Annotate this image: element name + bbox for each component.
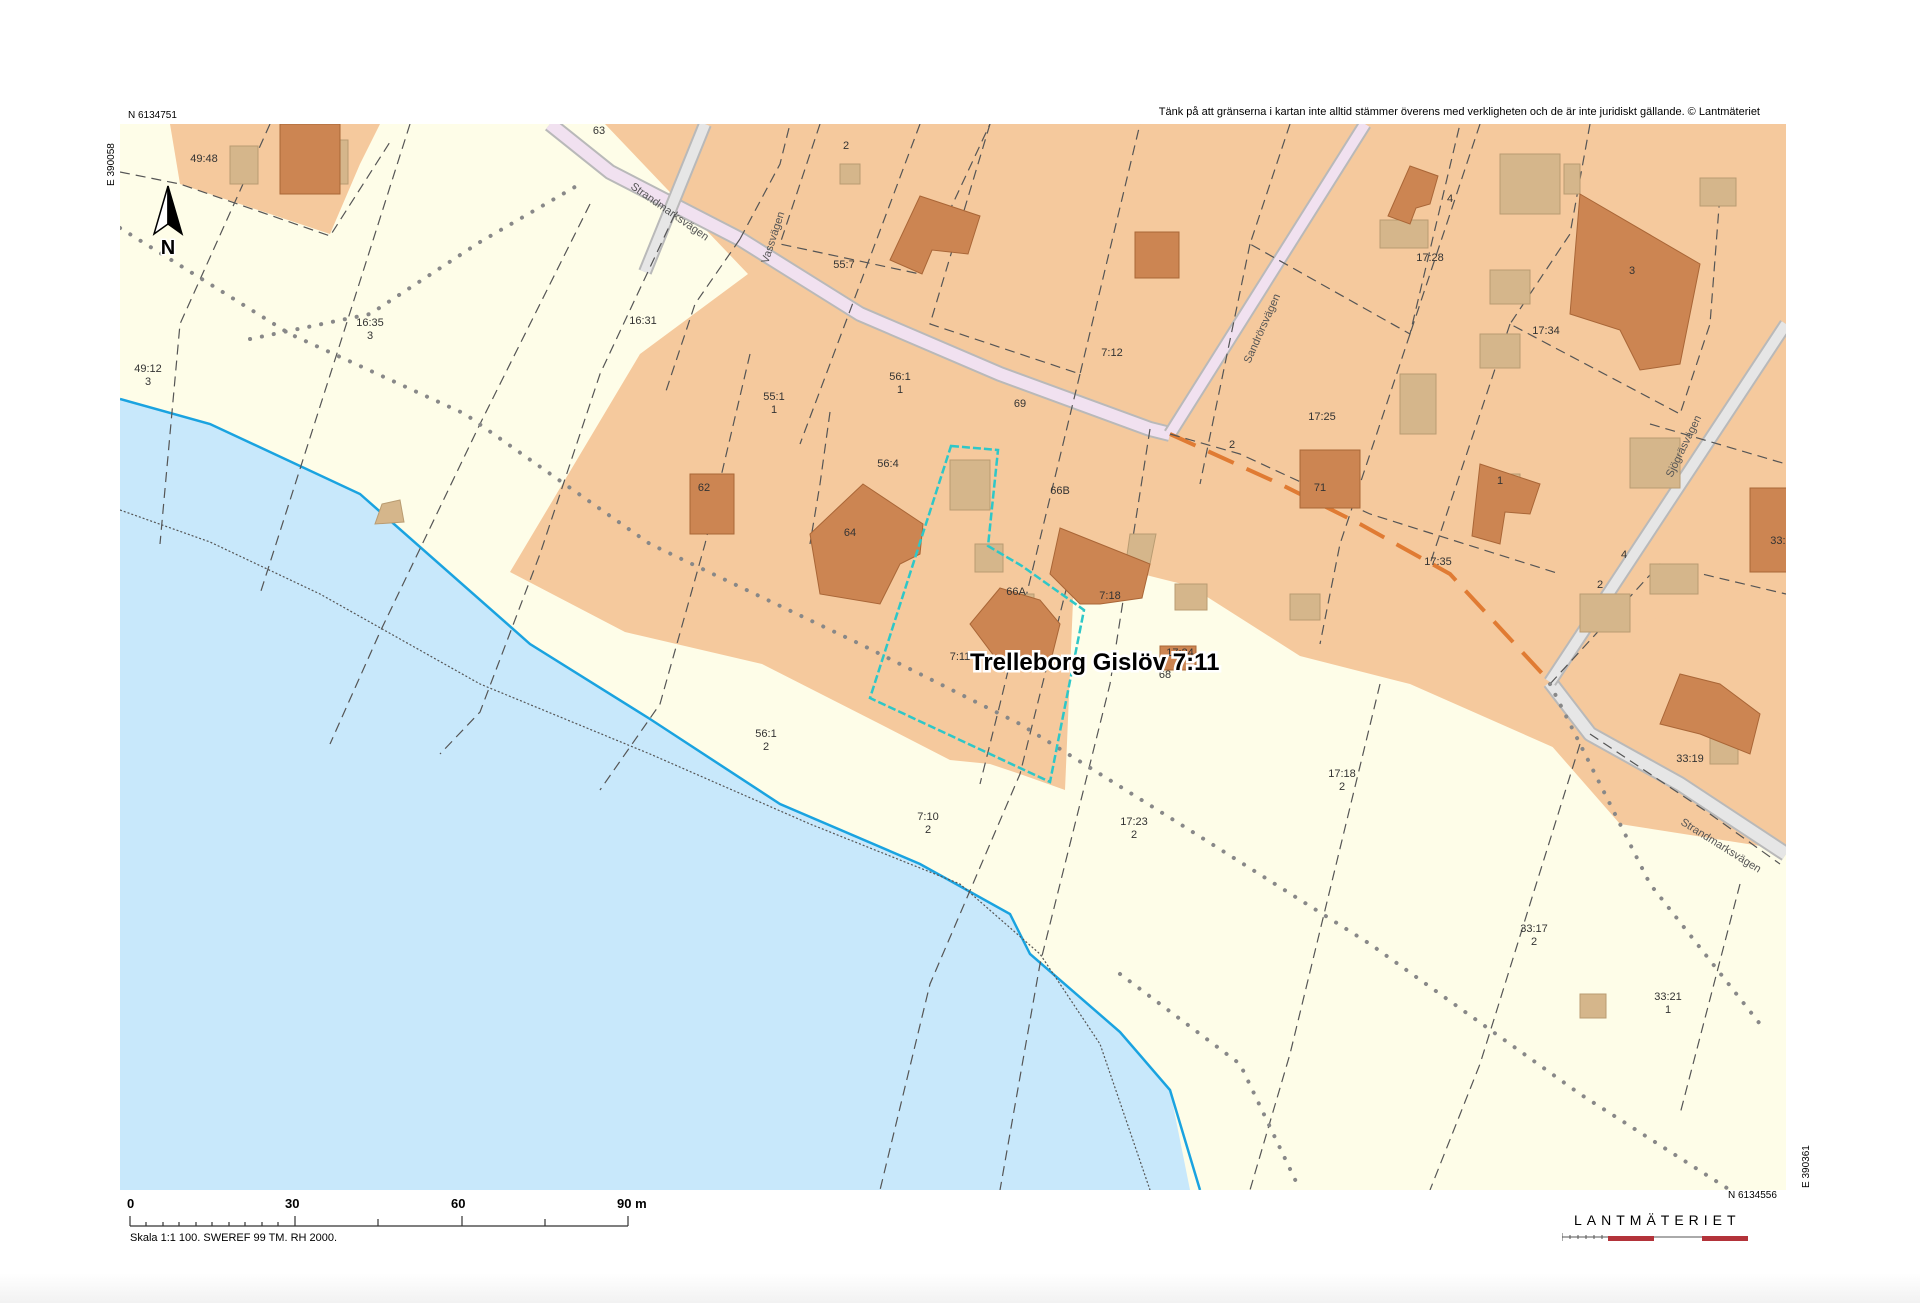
parcel-label: 17:35 [1424,556,1452,568]
parcel-label: 16:35 [356,317,384,329]
address-number: 3 [1629,265,1635,277]
parcel-label: 2 [1339,781,1345,793]
parcel-label: 16:31 [629,315,657,327]
parcel-label: 64 [844,527,856,539]
east-coordinate-right: E 390361 [1801,1145,1812,1188]
parcel-label: 49:48 [190,153,218,165]
parcel-label: 17:18 [1328,768,1356,780]
scale-tick-label: 90 m [617,1196,647,1211]
lantmateriet-logo: LANTMÄTERIET [1574,1212,1741,1228]
lantmateriet-logo-bar [1562,1233,1748,1241]
parcel-label: 33:17 [1520,923,1548,935]
parcel-label: 49:12 [134,363,162,375]
scale-tick-label: 30 [285,1196,300,1211]
parcel-label: 1 [897,384,903,396]
parcel-label: 7:18 [1099,590,1120,602]
address-number: 2 [1597,579,1603,591]
parcel-label: 2 [925,824,931,836]
address-number: 2 [1229,439,1235,451]
north-coordinate-bottom: N 6134556 [1728,1190,1777,1201]
parcel-label: 2 [1131,829,1137,841]
parcel-label: 7:10 [917,811,938,823]
address-number: 63 [593,125,605,137]
parcel-label: 1 [771,404,777,416]
parcel-label: 3 [367,330,373,342]
page-bottom-edge [0,1273,1920,1303]
parcel-label: 71 [1314,482,1326,494]
property-map[interactable]: Strandmarksvägen Vassvägen Sandrörsvägen… [120,124,1786,1190]
parcel-label: 2 [763,741,769,753]
address-number: 4 [1447,193,1453,205]
parcel-label: 17:34 [1532,325,1560,337]
parcel-label: 33:20 [1770,535,1786,547]
parcel-label: 66A [1006,586,1026,598]
east-coordinate-left: E 390058 [106,143,117,186]
disclaimer-text: Tänk på att gränserna i kartan inte allt… [1158,106,1760,118]
scale-bar [129,1216,629,1227]
parcel-label: 56:4 [877,458,898,470]
address-number: 1 [1497,475,1503,487]
parcel-label: 3 [145,376,151,388]
parcel-label: 69 [1014,398,1026,410]
scale-tick-label: 60 [451,1196,466,1211]
parcel-label: 33:19 [1676,753,1704,765]
address-number: 2 [843,140,849,152]
parcel-label: 2 [1531,936,1537,948]
north-coordinate-top: N 6134751 [128,110,177,121]
parcel-label: 1 [1665,1004,1671,1016]
parcel-label: 17:25 [1308,411,1336,423]
parcel-label: 56:1 [755,728,776,740]
parcel-label: 66B [1050,485,1070,497]
parcel-label: 7:11 [950,651,971,663]
parcel-label: 56:1 [889,371,910,383]
parcel-label: 7:12 [1101,347,1122,359]
scale-tick-label: 0 [127,1196,135,1211]
parcel-label: 17:28 [1416,252,1444,264]
parcel-label: 55:7 [833,259,854,271]
address-number: 4 [1621,549,1627,561]
parcel-label: 62 [698,482,710,494]
parcel-label: 33:21 [1654,991,1682,1003]
north-arrow-label: N [161,237,175,259]
parcel-label: 55:1 [763,391,784,403]
scale-note: Skala 1:1 100. SWEREF 99 TM. RH 2000. [130,1232,338,1244]
parcel-label: 17:23 [1120,816,1148,828]
property-label: Trelleborg Gislöv 7:11 [970,649,1219,676]
